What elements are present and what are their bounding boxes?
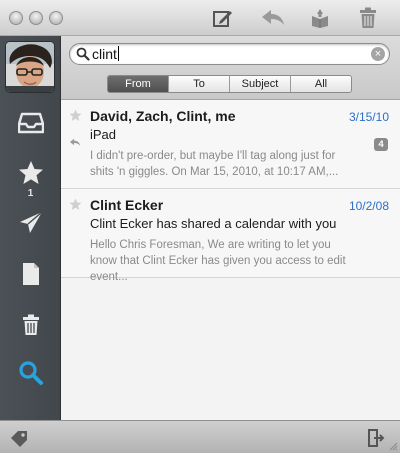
message-subject: iPad [90,127,117,142]
star-icon[interactable] [69,198,82,211]
message-sender: David, Zach, Clint, me [90,108,236,124]
sidebar-item-inbox[interactable] [16,108,46,138]
message-subject: Clint Ecker has shared a calendar with y… [90,216,337,231]
search-icon [19,361,43,385]
sidebar-item-search[interactable] [16,358,46,388]
sent-icon [20,211,43,233]
sidebar-item-starred[interactable] [16,158,46,188]
reply-button[interactable] [260,6,286,30]
replied-icon [69,138,81,146]
search-bar: clint × From To Subject All [61,36,400,100]
scope-from[interactable]: From [108,76,168,92]
text-caret [117,46,119,61]
drafts-icon [23,263,39,285]
inbox-icon [18,112,44,134]
message-list-pane: clint × From To Subject All David, Zach,… [61,36,400,420]
trash-icon [360,7,376,28]
scope-subject[interactable]: Subject [229,76,290,92]
reply-icon [262,10,284,25]
compose-icon [213,11,232,27]
bottom-toolbar [0,420,400,453]
thread-count-badge: 4 [374,138,388,151]
archive-button[interactable] [307,6,333,30]
starred-count: 1 [27,188,34,199]
sign-out-icon[interactable] [367,428,385,448]
clear-search-button[interactable]: × [371,47,385,61]
archive-icon [312,9,328,28]
search-query: clint [92,46,119,62]
star-icon [19,161,43,184]
message-preview: Hello Chris Foresman, We are writing to … [90,239,346,283]
avatar[interactable] [6,42,54,92]
scope-to[interactable]: To [168,76,229,92]
message-row[interactable]: Clint Ecker 10/2/08 Clint Ecker has shar… [61,189,400,283]
sidebar-item-sent[interactable] [16,208,46,238]
minimize-window-button[interactable] [29,11,43,25]
title-bar [0,0,400,36]
search-scope-control: From To Subject All [107,75,352,93]
search-icon [76,47,90,61]
star-icon[interactable] [69,109,82,122]
tag-icon[interactable] [9,429,29,447]
message-sender: Clint Ecker [90,197,164,213]
message-row[interactable]: David, Zach, Clint, me 3/15/10 iPad 4 I … [61,100,400,189]
close-window-button[interactable] [9,11,23,25]
mail-window: 1 clint × From To Subject All David, Zac… [0,0,400,453]
sidebar-item-trash[interactable] [16,310,46,340]
message-preview: I didn't pre-order, but maybe I'll tag a… [90,150,339,178]
sidebar-item-drafts[interactable] [16,259,46,289]
message-date: 3/15/10 [348,110,389,124]
close-icon: × [374,48,382,60]
resize-grip-icon[interactable] [389,442,398,451]
delete-button[interactable] [355,6,381,30]
search-input[interactable]: clint × [69,43,390,65]
compose-button[interactable] [210,6,236,30]
mailbox-sidebar: 1 [0,36,61,420]
message-date: 10/2/08 [348,199,389,213]
scope-all[interactable]: All [290,76,351,92]
trash-icon [23,314,39,335]
user-photo [6,42,54,92]
zoom-window-button[interactable] [49,11,63,25]
